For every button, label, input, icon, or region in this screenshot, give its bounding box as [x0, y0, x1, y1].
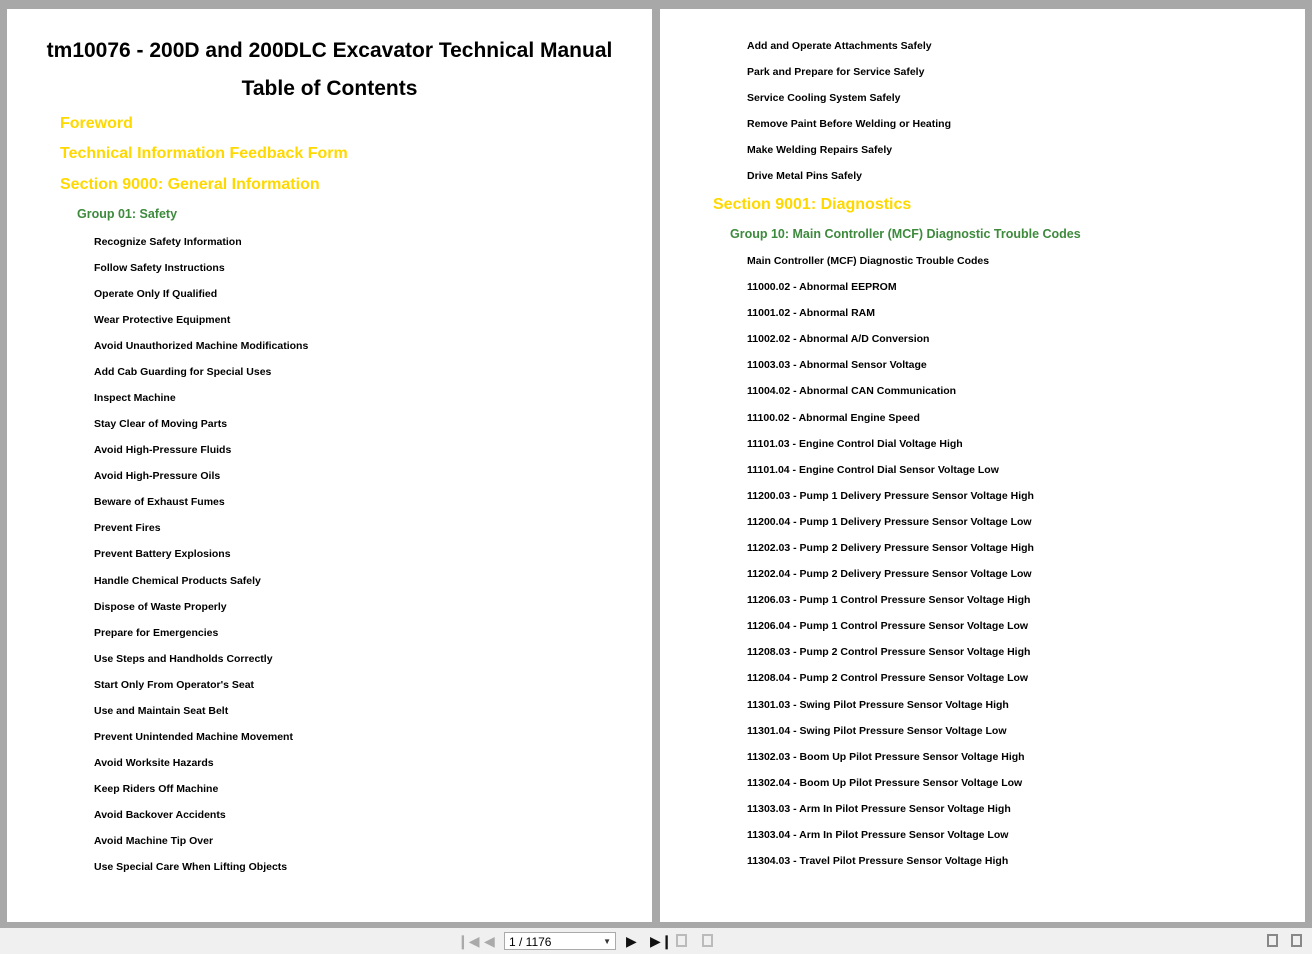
toc-item[interactable]: Add and Operate Attachments Safely	[747, 40, 932, 52]
single-page-icon[interactable]	[1267, 934, 1278, 947]
toc-item[interactable]: 11002.02 - Abnormal A/D Conversion	[747, 333, 929, 345]
toc-item[interactable]: Prepare for Emergencies	[94, 627, 218, 639]
toc-item[interactable]: 11303.03 - Arm In Pilot Pressure Sensor …	[747, 803, 1011, 815]
toc-item[interactable]: 11001.02 - Abnormal RAM	[747, 307, 875, 319]
page-selector[interactable]: 1 / 1176 ▼	[504, 932, 616, 950]
toc-item[interactable]: 11000.02 - Abnormal EEPROM	[747, 281, 897, 293]
toc-item[interactable]: 11202.04 - Pump 2 Delivery Pressure Sens…	[747, 568, 1032, 580]
toc-item[interactable]: 11206.04 - Pump 1 Control Pressure Senso…	[747, 620, 1028, 632]
toc-link-section-9001[interactable]: Section 9001: Diagnostics	[713, 196, 911, 214]
last-page-icon[interactable]: ▶❙	[650, 934, 673, 948]
toc-item[interactable]: 11101.04 - Engine Control Dial Sensor Vo…	[747, 464, 999, 476]
toc-item[interactable]: Avoid Backover Accidents	[94, 809, 226, 821]
next-page-icon[interactable]: ▶	[626, 934, 637, 948]
toc-item[interactable]: Park and Prepare for Service Safely	[747, 66, 924, 78]
toc-item[interactable]: Prevent Unintended Machine Movement	[94, 731, 293, 743]
toc-item[interactable]: Use Steps and Handholds Correctly	[94, 653, 273, 665]
toc-item[interactable]: 11301.03 - Swing Pilot Pressure Sensor V…	[747, 699, 1009, 711]
toc-item[interactable]: Add Cab Guarding for Special Uses	[94, 366, 271, 378]
toc-item[interactable]: 11301.04 - Swing Pilot Pressure Sensor V…	[747, 725, 1006, 737]
bottom-toolbar: ❙◀ ◀ 1 / 1176 ▼ ▶ ▶❙	[0, 928, 1312, 954]
toc-item[interactable]: Avoid High-Pressure Fluids	[94, 444, 231, 456]
toc-item[interactable]: 11200.04 - Pump 1 Delivery Pressure Sens…	[747, 516, 1032, 528]
page-1: tm10076 - 200D and 200DLC Excavator Tech…	[7, 9, 652, 922]
toc-item[interactable]: Drive Metal Pins Safely	[747, 170, 862, 182]
toc-item[interactable]: Avoid Unauthorized Machine Modifications	[94, 340, 308, 352]
toc-item[interactable]: Use and Maintain Seat Belt	[94, 705, 228, 717]
page-2: Add and Operate Attachments Safely Park a…	[660, 9, 1305, 922]
toc-heading: Table of Contents	[241, 77, 418, 100]
chevron-down-icon: ▼	[603, 937, 611, 946]
toc-item[interactable]: Dispose of Waste Properly	[94, 601, 227, 613]
toc-item[interactable]: 11101.03 - Engine Control Dial Voltage H…	[747, 438, 963, 450]
toc-item[interactable]: 11003.03 - Abnormal Sensor Voltage	[747, 359, 927, 371]
toc-item[interactable]: 11004.02 - Abnormal CAN Communication	[747, 385, 956, 397]
toc-item[interactable]: 11208.04 - Pump 2 Control Pressure Senso…	[747, 672, 1028, 684]
toc-item[interactable]: 11302.04 - Boom Up Pilot Pressure Sensor…	[747, 777, 1022, 789]
previous-page-icon[interactable]: ◀	[484, 934, 495, 948]
first-page-icon[interactable]: ❙◀	[457, 934, 480, 948]
toc-item[interactable]: 11200.03 - Pump 1 Delivery Pressure Sens…	[747, 490, 1034, 502]
toc-item[interactable]: Avoid High-Pressure Oils	[94, 470, 220, 482]
toc-item[interactable]: Inspect Machine	[94, 392, 176, 404]
toc-link-section-9000[interactable]: Section 9000: General Information	[60, 176, 320, 194]
toc-item[interactable]: Stay Clear of Moving Parts	[94, 418, 227, 430]
toc-item[interactable]: Make Welding Repairs Safely	[747, 144, 892, 156]
toc-item[interactable]: Avoid Worksite Hazards	[94, 757, 214, 769]
continuous-view-icon[interactable]	[702, 934, 713, 947]
toc-link-group-01[interactable]: Group 01: Safety	[77, 207, 177, 221]
toc-item[interactable]: Handle Chemical Products Safely	[94, 575, 261, 587]
toc-item[interactable]: 11100.02 - Abnormal Engine Speed	[747, 412, 920, 424]
document-title: tm10076 - 200D and 200DLC Excavator Tech…	[46, 39, 613, 62]
toc-item[interactable]: Main Controller (MCF) Diagnostic Trouble…	[747, 255, 989, 267]
toc-item[interactable]: 11303.04 - Arm In Pilot Pressure Sensor …	[747, 829, 1008, 841]
two-page-view-icon[interactable]	[676, 934, 687, 947]
toc-item[interactable]: 11302.03 - Boom Up Pilot Pressure Sensor…	[747, 751, 1025, 763]
toc-item[interactable]: 11304.03 - Travel Pilot Pressure Sensor …	[747, 855, 1008, 867]
toc-item[interactable]: Remove Paint Before Welding or Heating	[747, 118, 951, 130]
toc-item[interactable]: 11202.03 - Pump 2 Delivery Pressure Sens…	[747, 542, 1034, 554]
toc-item[interactable]: Use Special Care When Lifting Objects	[94, 861, 287, 873]
toc-item[interactable]: Recognize Safety Information	[94, 236, 242, 248]
toc-item[interactable]: Service Cooling System Safely	[747, 92, 900, 104]
toc-item[interactable]: 11208.03 - Pump 2 Control Pressure Senso…	[747, 646, 1030, 658]
toc-item[interactable]: Keep Riders Off Machine	[94, 783, 218, 795]
toc-link-group-10[interactable]: Group 10: Main Controller (MCF) Diagnost…	[730, 227, 1081, 241]
toc-item[interactable]: Follow Safety Instructions	[94, 262, 225, 274]
toc-item[interactable]: 11206.03 - Pump 1 Control Pressure Senso…	[747, 594, 1030, 606]
toc-item[interactable]: Avoid Machine Tip Over	[94, 835, 213, 847]
toc-item[interactable]: Prevent Battery Explosions	[94, 548, 231, 560]
scroll-pages-icon[interactable]	[1291, 934, 1302, 947]
toc-item[interactable]: Operate Only If Qualified	[94, 288, 217, 300]
page-indicator: 1 / 1176	[509, 935, 552, 949]
toc-item[interactable]: Wear Protective Equipment	[94, 314, 230, 326]
toc-item[interactable]: Start Only From Operator's Seat	[94, 679, 254, 691]
toc-item[interactable]: Beware of Exhaust Fumes	[94, 496, 225, 508]
toc-link-foreword[interactable]: Foreword	[60, 115, 133, 133]
toc-link-feedback-form[interactable]: Technical Information Feedback Form	[60, 145, 348, 163]
toc-item[interactable]: Prevent Fires	[94, 522, 161, 534]
